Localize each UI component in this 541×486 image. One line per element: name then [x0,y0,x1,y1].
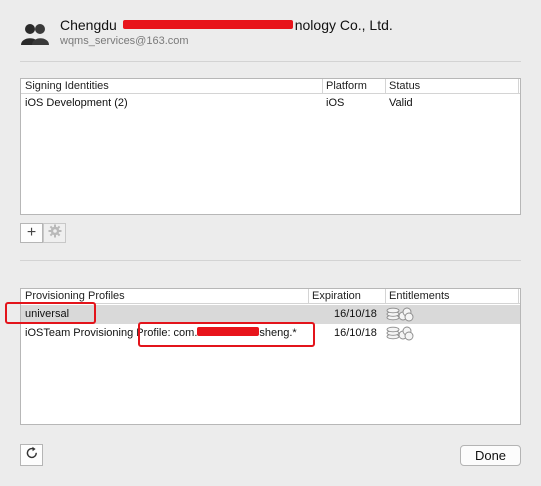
done-button[interactable]: Done [460,445,521,466]
gear-icon [48,224,62,242]
team-name: Chengdu nology Co., Ltd. [60,17,393,33]
expiration-cell: 16/10/18 [334,308,377,320]
column-header-platform[interactable]: Platform [326,80,367,92]
settings-button[interactable] [43,223,66,243]
divider [20,260,521,261]
column-header-profile[interactable]: Provisioning Profiles [25,290,125,302]
status-cell: Valid [389,97,413,109]
refresh-button[interactable] [20,444,43,466]
add-button[interactable]: + [20,223,43,243]
expiration-cell: 16/10/18 [334,327,377,339]
column-header-identity[interactable]: Signing Identities [25,80,109,92]
table-row[interactable]: iOS Development (2) iOS Valid [21,94,520,113]
team-email: wqms_services@163.com [60,35,189,47]
column-header-expiration[interactable]: Expiration [312,290,361,302]
signing-identities-table[interactable]: Signing Identities Platform Status iOS D… [20,78,521,215]
column-header-entitlements[interactable]: Entitlements [389,290,450,302]
people-icon [20,22,50,46]
redaction-mark [122,20,293,29]
entitlements-icon [386,306,416,325]
refresh-icon [25,446,39,464]
platform-cell: iOS [326,97,345,109]
identity-cell: iOS Development (2) [25,97,128,109]
column-header-status[interactable]: Status [389,80,420,92]
divider [20,61,521,62]
annotation-box [138,322,315,347]
table-header: Signing Identities Platform Status [21,79,520,94]
entitlements-icon [386,325,416,344]
table-header: Provisioning Profiles Expiration Entitle… [21,289,520,304]
annotation-box [5,302,96,324]
